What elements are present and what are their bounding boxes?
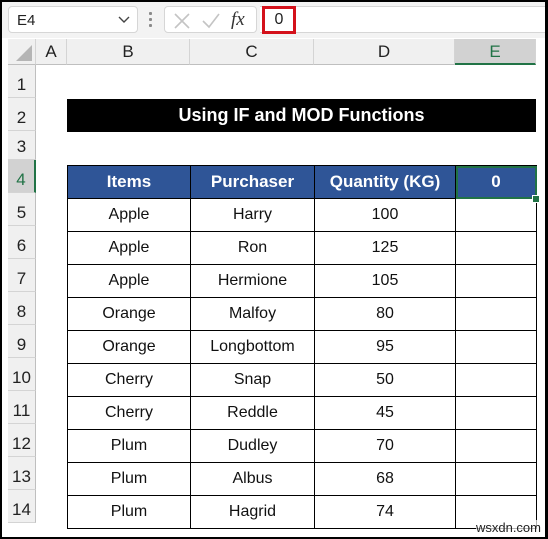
cell-purchaser[interactable]: Malfoy <box>190 297 315 331</box>
row-header-1[interactable]: 1 <box>8 65 36 98</box>
table-row: Cherry Reddle 45 <box>67 396 537 430</box>
row-header-8[interactable]: 8 <box>8 292 36 325</box>
cell-result[interactable] <box>455 429 537 463</box>
row-header-10[interactable]: 10 <box>8 358 36 391</box>
table-row: Plum Dudley 70 <box>67 429 537 463</box>
table-row: Apple Ron 125 <box>67 231 537 265</box>
cell-result[interactable] <box>455 264 537 298</box>
selected-cell-e4[interactable]: 0 <box>455 165 537 199</box>
cell-item[interactable]: Plum <box>67 495 191 529</box>
column-header-b[interactable]: B <box>67 39 190 65</box>
cell-quantity[interactable]: 74 <box>314 495 456 529</box>
cell-quantity[interactable]: 125 <box>314 231 456 265</box>
cell-purchaser[interactable]: Dudley <box>190 429 315 463</box>
cell-purchaser[interactable]: Snap <box>190 363 315 397</box>
row-header-4[interactable]: 4 <box>8 160 36 193</box>
cell-result[interactable] <box>455 231 537 265</box>
cell-item[interactable]: Orange <box>67 330 191 364</box>
table-row: Cherry Snap 50 <box>67 363 537 397</box>
cell-quantity[interactable]: 80 <box>314 297 456 331</box>
cell-item[interactable]: Cherry <box>67 363 191 397</box>
cell-quantity[interactable]: 50 <box>314 363 456 397</box>
cell-purchaser[interactable]: Ron <box>190 231 315 265</box>
row-header-11[interactable]: 11 <box>8 391 36 424</box>
row-header-9[interactable]: 9 <box>8 325 36 358</box>
cell-quantity[interactable]: 70 <box>314 429 456 463</box>
column-header-d[interactable]: D <box>314 39 455 65</box>
formula-bar: E4 fx 0 <box>2 2 545 38</box>
cell-item[interactable]: Apple <box>67 231 191 265</box>
row-header-5[interactable]: 5 <box>8 193 36 226</box>
cell-item[interactable]: Apple <box>67 198 191 232</box>
cell-result[interactable] <box>455 198 537 232</box>
check-icon[interactable] <box>201 12 221 30</box>
chevron-down-icon[interactable] <box>117 12 131 26</box>
cell-result[interactable] <box>455 396 537 430</box>
sheet-title: Using IF and MOD Functions <box>67 99 536 132</box>
header-purchaser[interactable]: Purchaser <box>190 165 315 199</box>
cell-purchaser[interactable]: Hagrid <box>190 495 315 529</box>
cell-item[interactable]: Plum <box>67 462 191 496</box>
row-header-6[interactable]: 6 <box>8 226 36 259</box>
watermark: wsxdn.com <box>475 520 541 535</box>
cell-item[interactable]: Orange <box>67 297 191 331</box>
row-header-7[interactable]: 7 <box>8 259 36 292</box>
table-row: Apple Harry 100 <box>67 198 537 232</box>
cell-item[interactable]: Apple <box>67 264 191 298</box>
table-row: Orange Longbottom 95 <box>67 330 537 364</box>
table-row: Apple Hermione 105 <box>67 264 537 298</box>
cell-result[interactable] <box>455 462 537 496</box>
name-box-value: E4 <box>17 12 36 29</box>
cell-quantity[interactable]: 68 <box>314 462 456 496</box>
column-header-a[interactable]: A <box>36 39 67 65</box>
row-header-12[interactable]: 12 <box>8 424 36 457</box>
cell-purchaser[interactable]: Longbottom <box>190 330 315 364</box>
column-header-e[interactable]: E <box>455 39 536 65</box>
cell-purchaser[interactable]: Reddle <box>190 396 315 430</box>
header-quantity[interactable]: Quantity (KG) <box>314 165 456 199</box>
header-items[interactable]: Items <box>67 165 191 199</box>
cell-item[interactable]: Plum <box>67 429 191 463</box>
insert-function-icon[interactable]: fx <box>231 9 245 31</box>
table-header-row: Items Purchaser Quantity (KG) 0 <box>67 165 537 199</box>
formula-input[interactable] <box>260 6 545 33</box>
cell-result[interactable] <box>455 330 537 364</box>
fill-handle[interactable] <box>532 195 540 203</box>
excel-window: E4 fx 0 A B C D E 1 2 3 4 5 6 7 8 9 10 11 12 13 14 Us… <box>2 2 545 537</box>
row-header-13[interactable]: 13 <box>8 457 36 490</box>
select-all-button[interactable] <box>8 39 36 65</box>
name-box[interactable]: E4 <box>8 6 138 33</box>
cell-result[interactable] <box>455 363 537 397</box>
cell-quantity[interactable]: 100 <box>314 198 456 232</box>
row-header-14[interactable]: 14 <box>8 490 36 523</box>
column-header-c[interactable]: C <box>190 39 314 65</box>
cell-item[interactable]: Cherry <box>67 396 191 430</box>
row-header-3[interactable]: 3 <box>8 131 36 160</box>
row-header-2[interactable]: 2 <box>8 98 36 131</box>
cell-quantity[interactable]: 45 <box>314 396 456 430</box>
cell-quantity[interactable]: 105 <box>314 264 456 298</box>
table-row: Orange Malfoy 80 <box>67 297 537 331</box>
cell-purchaser[interactable]: Harry <box>190 198 315 232</box>
table-row: Plum Albus 68 <box>67 462 537 496</box>
data-table: Items Purchaser Quantity (KG) 0 Apple Har… <box>67 165 537 529</box>
cell-quantity[interactable]: 95 <box>314 330 456 364</box>
cell-purchaser[interactable]: Albus <box>190 462 315 496</box>
drag-handle-icon[interactable] <box>149 12 153 28</box>
table-row: Plum Hagrid 74 <box>67 495 537 529</box>
formula-buttons: fx <box>164 6 257 33</box>
formula-value[interactable]: 0 <box>262 6 296 34</box>
cell-purchaser[interactable]: Hermione <box>190 264 315 298</box>
x-icon[interactable] <box>173 12 191 30</box>
cell-result[interactable] <box>455 297 537 331</box>
